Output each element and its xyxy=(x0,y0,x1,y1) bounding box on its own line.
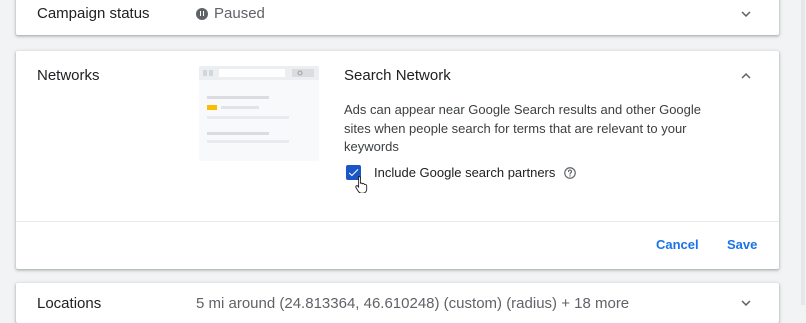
locations-value: 5 mi around (24.813364, 46.610248) (cust… xyxy=(196,295,630,312)
chevron-down-icon[interactable] xyxy=(737,294,755,312)
networks-label: Networks xyxy=(37,67,100,84)
cancel-button[interactable]: Cancel xyxy=(656,237,699,252)
actions-divider xyxy=(16,221,779,222)
search-partners-option[interactable]: Include Google search partners xyxy=(346,165,577,180)
pause-circle-icon xyxy=(196,7,208,20)
campaign-status-label: Campaign status xyxy=(37,5,150,22)
save-button[interactable]: Save xyxy=(727,237,757,252)
networks-panel: Networks Search Network Ads can appear n… xyxy=(16,51,779,269)
campaign-status-text: Paused xyxy=(214,5,265,22)
campaign-status-value: Paused xyxy=(196,5,265,22)
locations-row[interactable]: Locations 5 mi around (24.813364, 46.610… xyxy=(16,283,779,323)
chevron-down-icon[interactable] xyxy=(737,5,755,23)
page-scrollbar[interactable] xyxy=(801,0,805,305)
help-circle-icon[interactable] xyxy=(563,166,577,180)
hand-cursor-icon xyxy=(355,176,368,193)
search-partners-label[interactable]: Include Google search partners xyxy=(374,165,555,180)
search-network-description: Ads can appear near Google Search result… xyxy=(344,102,702,154)
search-results-illustration xyxy=(199,66,319,161)
chevron-up-icon[interactable] xyxy=(737,67,755,85)
search-network-title: Search Network xyxy=(344,67,451,84)
campaign-status-row[interactable]: Campaign status Paused xyxy=(16,0,779,35)
locations-label: Locations xyxy=(37,295,102,312)
